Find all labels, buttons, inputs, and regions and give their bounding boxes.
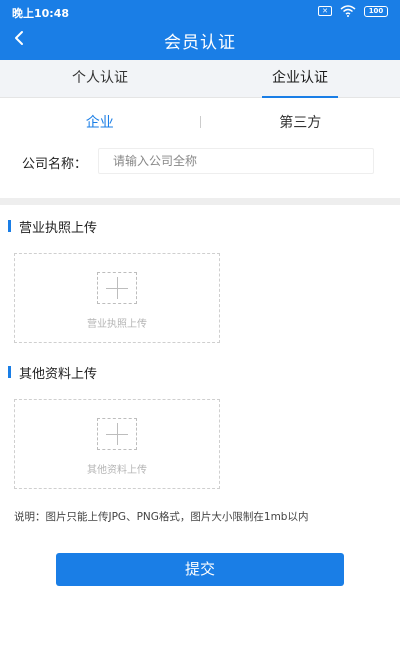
battery-icon: 100 <box>364 5 388 17</box>
other-upload-caption: 其他资料上传 <box>87 465 147 476</box>
page-title: 会员认证 <box>164 33 236 53</box>
plus-icon <box>97 418 137 450</box>
other-upload-box[interactable]: 其他资料上传 <box>14 399 220 489</box>
company-name-label: 公司名称： <box>22 157 88 172</box>
header: 晚上10:48 ✕ 100 会员认证 <box>0 0 400 60</box>
subtab-enterprise[interactable]: 企业 <box>0 112 200 132</box>
section-marker <box>8 366 11 378</box>
auth-tabs: 个人认证 企业认证 <box>0 60 400 98</box>
status-icons: ✕ 100 <box>318 5 388 17</box>
other-section-label: 其他资料上传 <box>19 366 98 382</box>
upload-note: 说明：图片只能上传JPG、PNG格式，图片大小限制在1mb以内 <box>14 511 309 523</box>
sim-icon: ✕ <box>318 6 332 16</box>
company-name-input[interactable] <box>98 148 374 174</box>
license-section-label: 营业执照上传 <box>19 220 98 236</box>
tab-personal[interactable]: 个人认证 <box>0 60 200 97</box>
license-upload-caption: 营业执照上传 <box>87 319 147 330</box>
company-name-row: 公司名称： <box>0 148 400 176</box>
other-section-title: 其他资料上传 <box>8 362 97 382</box>
status-time: 晚上10:48 <box>12 7 70 20</box>
subtab-third-party[interactable]: 第三方 <box>201 112 400 132</box>
submit-button[interactable]: 提交 <box>56 553 344 586</box>
section-divider <box>0 198 400 205</box>
license-upload-box[interactable]: 营业执照上传 <box>14 253 220 343</box>
status-bar: 晚上10:48 ✕ 100 <box>0 0 400 24</box>
sub-tabs: 企业 第三方 <box>0 103 400 141</box>
tab-enterprise[interactable]: 企业认证 <box>200 60 400 98</box>
license-section-title: 营业执照上传 <box>8 216 97 236</box>
plus-icon <box>97 272 137 304</box>
section-marker <box>8 220 11 232</box>
wifi-icon <box>340 5 356 17</box>
